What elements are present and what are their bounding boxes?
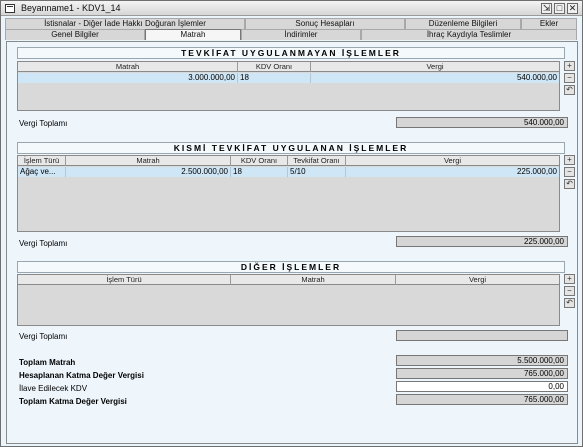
column-header[interactable]: Matrah	[18, 62, 238, 72]
column-header[interactable]: İşlem Türü	[18, 156, 66, 166]
restore-button[interactable]: ⇲	[541, 3, 552, 14]
vergi-toplami-field	[396, 330, 568, 341]
tab-row-1: İstisnalar - Diğer İade Hakkı Doğuran İş…	[5, 18, 577, 29]
delete-row-icon[interactable]: −	[564, 73, 575, 83]
grid-diger-islemler[interactable]: İşlem Türü Matrah Vergi	[17, 274, 560, 326]
grid-header: Matrah KDV Oranı Vergi	[18, 62, 559, 72]
hesaplanan-kdv-field: 765.000,00	[396, 368, 568, 379]
vergi-toplami-label: Vergi Toplamı	[19, 332, 68, 341]
add-row-icon[interactable]: +	[564, 61, 575, 71]
vergi-toplami-label: Vergi Toplamı	[19, 239, 68, 248]
column-header[interactable]: Vergi	[311, 62, 559, 72]
toplam-matrah-field: 5.500.000,00	[396, 355, 568, 366]
grid-header: İşlem Türü Matrah KDV Oranı Tevkifat Ora…	[18, 156, 559, 166]
cell-kdv-orani[interactable]: 18	[238, 73, 311, 83]
section-title-tevkifat-uygulanmayan: TEVKİFAT UYGULANMAYAN İŞLEMLER	[17, 47, 565, 59]
cell-tevkifat-orani[interactable]: 5/10	[288, 167, 346, 177]
tab-matrah[interactable]: Matrah	[145, 29, 241, 40]
tab-duzenleme-bilgileri[interactable]: Düzenleme Bilgileri	[405, 18, 521, 29]
tab-row-2: Genel Bilgiler Matrah İndirimler İhraç K…	[5, 29, 577, 40]
cell-vergi[interactable]: 540.000,00	[311, 73, 559, 83]
toplam-matrah-label: Toplam Matrah	[19, 358, 76, 367]
cell-kdv-orani[interactable]: 18	[231, 167, 288, 177]
tab-ekler[interactable]: Ekler	[521, 18, 577, 29]
hesaplanan-kdv-label: Hesaplanan Katma Değer Vergisi	[19, 371, 144, 380]
title-bar[interactable]: Beyanname1 - KDV1_14 ⇲ □ ✕	[1, 1, 582, 16]
row-actions-s2: + − ↶	[564, 155, 576, 191]
section-title-diger-islemler: DİĞER İŞLEMLER	[17, 261, 565, 273]
close-button[interactable]: ✕	[567, 3, 578, 14]
window-title: Beyanname1 - KDV1_14	[21, 3, 121, 13]
cell-matrah[interactable]: 3.000.000,00	[18, 73, 238, 83]
ilave-kdv-label: İlave Edilecek KDV	[19, 384, 88, 393]
section-title-kismi-tevkifat: KISMİ TEVKİFAT UYGULANAN İŞLEMLER	[17, 142, 565, 154]
column-header[interactable]: KDV Oranı	[238, 62, 311, 72]
toplam-kdv-label: Toplam Katma Değer Vergisi	[19, 397, 127, 406]
row-actions-s1: + − ↶	[564, 61, 576, 97]
add-row-icon[interactable]: +	[564, 155, 575, 165]
undo-icon[interactable]: ↶	[564, 179, 575, 189]
column-header[interactable]: KDV Oranı	[231, 156, 288, 166]
cell-matrah[interactable]: 2.500.000,00	[66, 167, 231, 177]
tab-indirimler[interactable]: İndirimler	[241, 29, 361, 40]
toplam-kdv-field: 765.000,00	[396, 394, 568, 405]
cell-vergi[interactable]: 225.000,00	[346, 167, 559, 177]
tab-ihrac-kaydiyla[interactable]: İhraç Kaydıyla Teslimler	[361, 29, 577, 40]
beyanname-window: Beyanname1 - KDV1_14 ⇲ □ ✕ İstisnalar - …	[0, 0, 583, 447]
row-actions-s3: + − ↶	[564, 274, 576, 310]
undo-icon[interactable]: ↶	[564, 85, 575, 95]
tab-istisnalar[interactable]: İstisnalar - Diğer İade Hakkı Doğuran İş…	[5, 18, 245, 29]
column-header[interactable]: Matrah	[66, 156, 231, 166]
grid-kismi-tevkifat[interactable]: İşlem Türü Matrah KDV Oranı Tevkifat Ora…	[17, 155, 560, 232]
vergi-toplami-field: 225.000,00	[396, 236, 568, 247]
table-row[interactable]: 3.000.000,00 18 540.000,00	[18, 73, 559, 83]
grid-tevkifat-uygulanmayan[interactable]: Matrah KDV Oranı Vergi 3.000.000,00 18 5…	[17, 61, 560, 111]
vergi-toplami-field: 540.000,00	[396, 117, 568, 128]
undo-icon[interactable]: ↶	[564, 298, 575, 308]
tab-genel-bilgiler[interactable]: Genel Bilgiler	[5, 29, 145, 40]
ilave-kdv-input[interactable]: 0,00	[396, 381, 568, 392]
tab-sonuc-hesaplari[interactable]: Sonuç Hesapları	[245, 18, 405, 29]
column-header[interactable]: Vergi	[396, 275, 559, 285]
column-header[interactable]: Vergi	[346, 156, 559, 166]
column-header[interactable]: Matrah	[231, 275, 396, 285]
cell-islem-turu[interactable]: Ağaç ve...	[18, 167, 66, 177]
vergi-toplami-label: Vergi Toplamı	[19, 119, 68, 128]
column-header[interactable]: Tevkifat Oranı	[288, 156, 346, 166]
grid-header: İşlem Türü Matrah Vergi	[18, 275, 559, 285]
column-header[interactable]: İşlem Türü	[18, 275, 231, 285]
add-row-icon[interactable]: +	[564, 274, 575, 284]
delete-row-icon[interactable]: −	[564, 167, 575, 177]
window-icon	[5, 4, 15, 13]
matrah-panel: TEVKİFAT UYGULANMAYAN İŞLEMLER Matrah KD…	[6, 41, 578, 444]
delete-row-icon[interactable]: −	[564, 286, 575, 296]
maximize-button[interactable]: □	[554, 3, 565, 14]
table-row[interactable]: Ağaç ve... 2.500.000,00 18 5/10 225.000,…	[18, 167, 559, 177]
